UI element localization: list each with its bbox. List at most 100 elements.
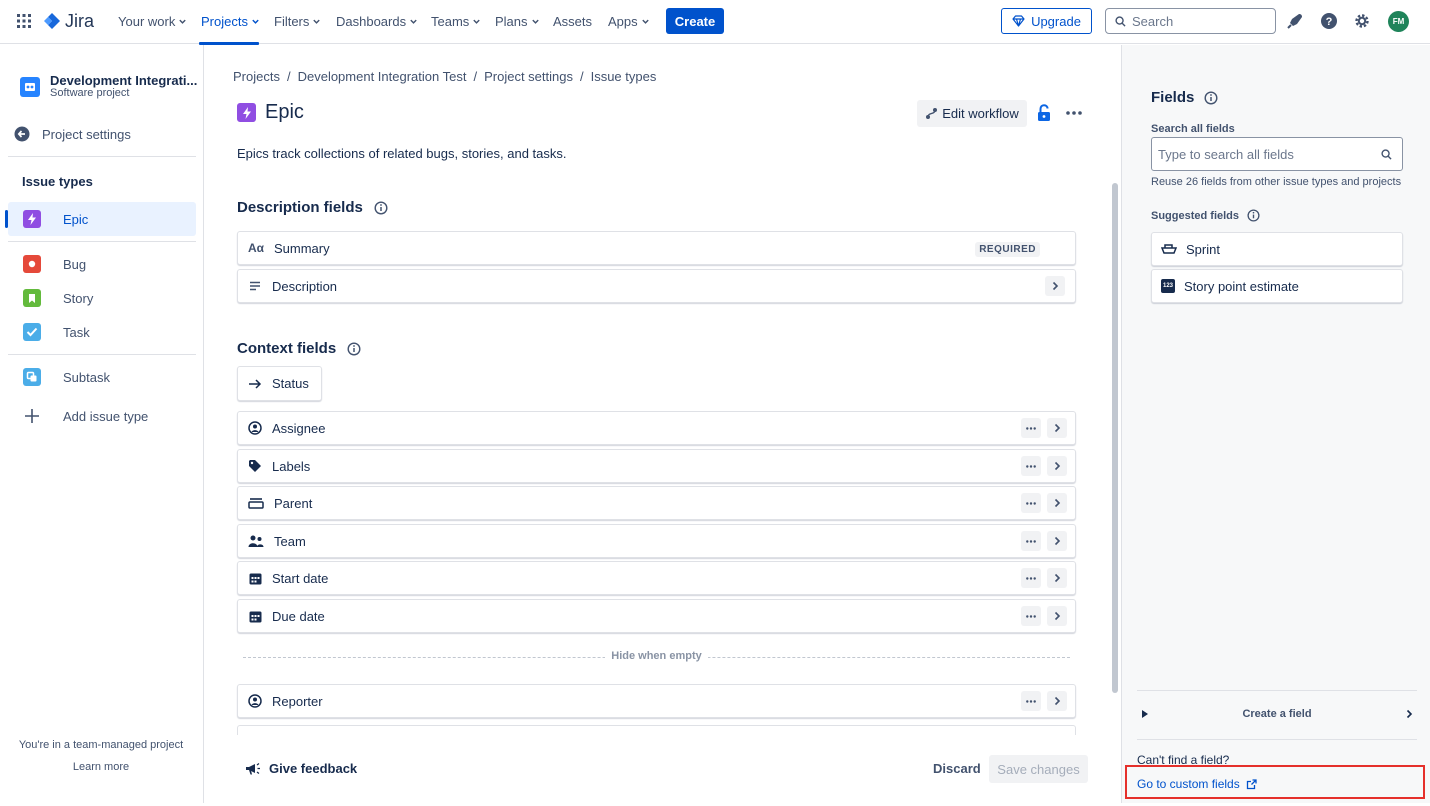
field-row-partial (237, 725, 1076, 735)
back-to-project-settings[interactable]: Project settings (14, 126, 131, 142)
field-label: Summary (274, 240, 330, 256)
nav-filters[interactable]: Filters (274, 14, 321, 29)
field-row-start-date[interactable]: Start date (237, 561, 1076, 595)
nav-your-work[interactable]: Your work (118, 14, 187, 29)
chevron-right-icon (1406, 709, 1413, 719)
more-options-icon[interactable] (1021, 531, 1041, 551)
learn-more-link[interactable]: Learn more (0, 761, 202, 773)
number-123-icon: 123 (1161, 279, 1175, 293)
breadcrumb-project[interactable]: Development Integration Test (298, 69, 467, 84)
info-icon[interactable] (1247, 209, 1260, 222)
nav-teams[interactable]: Teams (431, 14, 481, 29)
divider (8, 241, 196, 242)
upgrade-button[interactable]: Upgrade (1001, 8, 1092, 34)
main-scrollbar[interactable] (1112, 183, 1118, 693)
nav-label: Filters (274, 14, 310, 29)
field-row-reporter[interactable]: Reporter (237, 684, 1076, 718)
sidebar-item-bug[interactable]: Bug (8, 247, 196, 281)
chevron-right-icon[interactable] (1047, 456, 1067, 476)
more-options-icon[interactable] (1021, 568, 1041, 588)
save-changes-button[interactable]: Save changes (989, 755, 1088, 783)
field-row-parent[interactable]: Parent (237, 486, 1076, 520)
sidebar-item-story[interactable]: Story (8, 281, 196, 315)
back-label: Project settings (42, 126, 131, 142)
nav-plans[interactable]: Plans (495, 14, 540, 29)
chevron-down-icon (641, 19, 649, 24)
field-row-assignee[interactable]: Assignee (237, 411, 1076, 445)
chevron-down-icon (473, 19, 481, 24)
nav-label: Plans (495, 14, 528, 29)
nav-label: Dashboards (336, 14, 407, 29)
field-row-team[interactable]: Team (237, 524, 1076, 558)
suggested-fields-heading: Suggested fields (1151, 209, 1260, 222)
app-switcher-icon[interactable] (17, 14, 31, 28)
fields-panel: Fields Search all fields Type to search … (1121, 45, 1430, 803)
more-options-icon[interactable] (1021, 456, 1041, 476)
jira-wordmark: Jira (65, 11, 95, 31)
breadcrumb-separator: / (473, 69, 478, 84)
nav-projects[interactable]: Projects (201, 14, 260, 29)
user-avatar[interactable]: FM (1388, 11, 1409, 32)
gem-icon (1012, 15, 1025, 27)
breadcrumb-project-settings[interactable]: Project settings (484, 69, 573, 84)
more-options-icon[interactable] (1066, 111, 1082, 115)
edit-workflow-button[interactable]: Edit workflow (917, 100, 1027, 127)
chevron-right-icon[interactable] (1047, 606, 1067, 626)
global-search-input[interactable]: Search (1105, 8, 1276, 34)
project-avatar-icon (20, 77, 40, 97)
breadcrumb-issue-types[interactable]: Issue types (591, 69, 657, 84)
sidebar-item-task[interactable]: Task (8, 315, 196, 349)
nav-apps[interactable]: Apps (608, 14, 650, 29)
info-icon[interactable] (1204, 90, 1218, 105)
unlock-icon[interactable] (1037, 104, 1051, 122)
field-row-labels[interactable]: Labels (237, 449, 1076, 483)
project-name[interactable]: Development Integrati... (50, 73, 197, 88)
sidebar-item-subtask[interactable]: Subtask (8, 360, 196, 394)
workflow-icon (926, 108, 938, 119)
discard-button[interactable]: Discard (933, 761, 981, 776)
more-options-icon[interactable] (1021, 691, 1041, 711)
add-issue-type-button[interactable]: Add issue type (8, 399, 196, 433)
chevron-down-icon (252, 19, 259, 24)
chevron-right-icon[interactable] (1047, 531, 1067, 551)
arrow-right-icon (249, 378, 262, 389)
more-options-icon[interactable] (1021, 606, 1041, 626)
create-a-field-expander[interactable]: Create a field (1137, 697, 1417, 731)
settings-gear-icon[interactable] (1353, 12, 1371, 30)
notifications-icon[interactable] (1286, 12, 1304, 30)
field-row-summary[interactable]: Aα Summary REQUIRED (237, 231, 1076, 265)
person-circle-icon (248, 421, 262, 435)
jira-logo[interactable]: Jira (43, 11, 94, 32)
create-button[interactable]: Create (666, 8, 724, 34)
chevron-right-icon[interactable] (1047, 493, 1067, 513)
divider (8, 156, 196, 157)
search-fields-placeholder: Type to search all fields (1158, 146, 1294, 162)
field-label: Start date (272, 570, 329, 586)
give-feedback-button[interactable]: Give feedback (245, 761, 357, 776)
chevron-right-icon[interactable] (1047, 568, 1067, 588)
suggested-field-story-point-estimate[interactable]: 123 Story point estimate (1151, 269, 1403, 303)
field-label: Description (272, 278, 338, 294)
field-row-description[interactable]: Description (237, 269, 1076, 303)
caret-right-icon (1142, 710, 1148, 718)
nav-assets[interactable]: Assets (553, 14, 592, 29)
chevron-right-icon[interactable] (1047, 691, 1067, 711)
hide-when-empty-divider: Hide when empty (243, 650, 1070, 664)
more-options-icon[interactable] (1021, 493, 1041, 513)
suggested-field-sprint[interactable]: Sprint (1151, 232, 1403, 266)
sidebar-item-epic[interactable]: Epic (8, 202, 196, 236)
nav-dashboards[interactable]: Dashboards (336, 14, 418, 29)
breadcrumb-projects[interactable]: Projects (233, 69, 280, 84)
chevron-right-icon[interactable] (1045, 276, 1065, 296)
info-icon[interactable] (347, 341, 361, 356)
status-field[interactable]: Status (237, 366, 322, 401)
field-row-due-date[interactable]: Due date (237, 599, 1076, 633)
calendar-icon (248, 571, 262, 585)
help-icon[interactable]: ? (1320, 12, 1338, 30)
more-options-icon[interactable] (1021, 418, 1041, 438)
search-all-fields-input[interactable]: Type to search all fields (1151, 137, 1403, 171)
info-icon[interactable] (374, 200, 388, 215)
nav-label: Teams (431, 14, 470, 29)
upgrade-label: Upgrade (1031, 13, 1081, 29)
chevron-right-icon[interactable] (1047, 418, 1067, 438)
